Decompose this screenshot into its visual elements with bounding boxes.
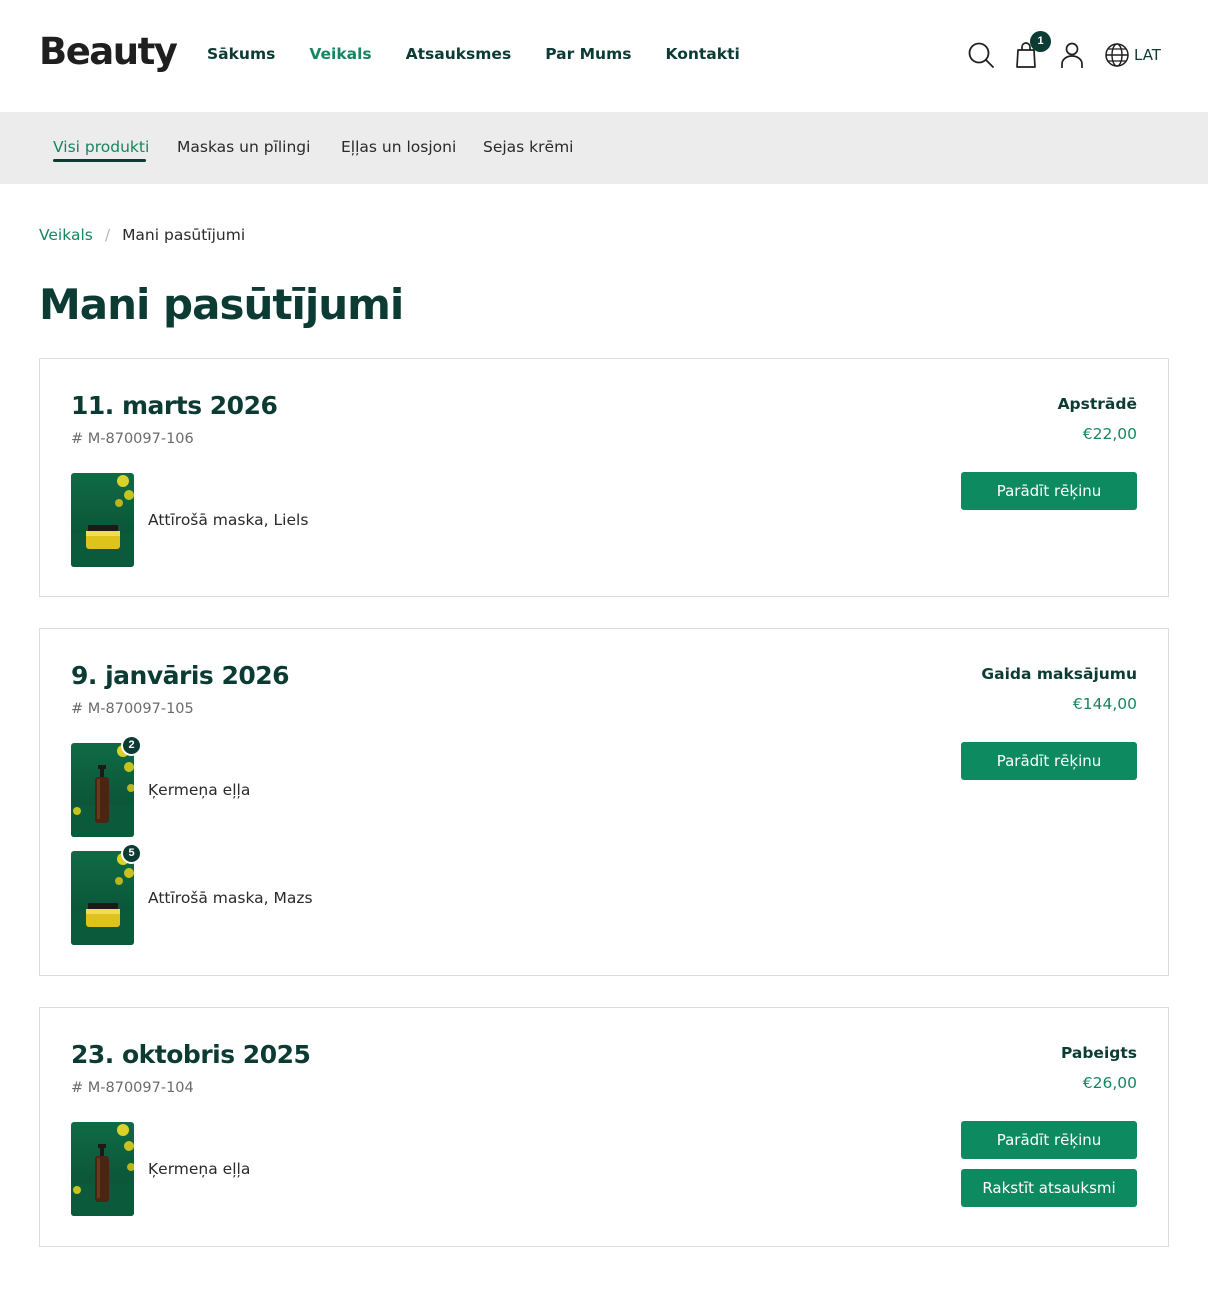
- nav-item-atsauksmes[interactable]: Atsauksmes: [406, 45, 512, 63]
- order-item: Ķermeņa eļļa: [71, 1121, 250, 1216]
- bottle-icon: [71, 742, 134, 837]
- page-title: Mani pasūtījumi: [39, 280, 404, 329]
- nav-item-par-mums[interactable]: Par Mums: [545, 45, 631, 63]
- breadcrumb-link-shop[interactable]: Veikals: [39, 226, 93, 244]
- cart-count-badge: 1: [1030, 31, 1051, 52]
- show-invoice-button[interactable]: Parādīt rēķinu: [961, 472, 1137, 510]
- nav-item-veikals[interactable]: Veikals: [309, 45, 371, 63]
- order-card: 9. janvāris 2026 # M-870097-105 Gaida ma…: [39, 628, 1169, 976]
- order-status: Pabeigts: [1060, 1044, 1137, 1062]
- show-invoice-button[interactable]: Parādīt rēķinu: [961, 1121, 1137, 1159]
- order-total: €26,00: [1082, 1074, 1137, 1092]
- order-date: 11. marts 2026: [71, 391, 278, 420]
- order-number: # M-870097-105: [71, 701, 194, 717]
- user-icon[interactable]: [1058, 40, 1090, 74]
- breadcrumb-current: Mani pasūtījumi: [122, 226, 246, 244]
- item-name[interactable]: Attīrošā maska, Mazs: [148, 889, 313, 907]
- language-selector[interactable]: LAT: [1104, 42, 1161, 68]
- search-icon[interactable]: [966, 40, 998, 74]
- order-total: €144,00: [1072, 695, 1137, 713]
- site-header: Beauty Sākums Veikals Atsauksmes Par Mum…: [0, 0, 1208, 112]
- show-invoice-button[interactable]: Parādīt rēķinu: [961, 742, 1137, 780]
- product-image[interactable]: [71, 1121, 134, 1216]
- order-item: Attīrošā maska, Liels: [71, 472, 308, 567]
- write-review-button[interactable]: Rakstīt atsauksmi: [961, 1169, 1137, 1207]
- item-name[interactable]: Attīrošā maska, Liels: [148, 511, 308, 529]
- item-quantity-badge: 2: [121, 734, 142, 756]
- product-image[interactable]: 2: [71, 734, 142, 837]
- order-date: 23. oktobris 2025: [71, 1040, 311, 1069]
- product-image[interactable]: [71, 472, 134, 567]
- category-tab-all-products[interactable]: Visi produkti: [53, 138, 149, 156]
- order-item: 2 Ķermeņa eļļa: [71, 734, 250, 837]
- item-name[interactable]: Ķermeņa eļļa: [148, 781, 250, 799]
- jar-icon: [71, 472, 134, 567]
- globe-icon: [1105, 43, 1129, 67]
- category-tab-masks[interactable]: Maskas un pīlingi: [177, 138, 310, 156]
- active-tab-indicator: [53, 159, 146, 162]
- order-status: Apstrādē: [1057, 395, 1137, 413]
- order-number: # M-870097-106: [71, 431, 194, 447]
- order-item: 5 Attīrošā maska, Mazs: [71, 842, 313, 945]
- order-card: 11. marts 2026 # M-870097-106 Apstrādē €…: [39, 358, 1169, 597]
- nav-item-sakums[interactable]: Sākums: [207, 45, 275, 63]
- jar-icon: [71, 850, 134, 945]
- breadcrumb-separator: /: [104, 226, 111, 244]
- order-total: €22,00: [1082, 425, 1137, 443]
- item-name[interactable]: Ķermeņa eļļa: [148, 1160, 250, 1178]
- category-nav: Visi produkti Maskas un pīlingi Eļļas un…: [0, 112, 1208, 184]
- breadcrumb: Veikals / Mani pasūtījumi: [39, 226, 245, 244]
- category-tab-face-creams[interactable]: Sejas krēmi: [483, 138, 573, 156]
- order-number: # M-870097-104: [71, 1080, 194, 1096]
- product-image[interactable]: 5: [71, 842, 142, 945]
- item-quantity-badge: 5: [121, 842, 142, 864]
- language-label: LAT: [1134, 46, 1161, 64]
- order-status: Gaida maksājumu: [981, 665, 1137, 683]
- order-card: 23. oktobris 2025 # M-870097-104 Pabeigt…: [39, 1007, 1169, 1247]
- order-date: 9. janvāris 2026: [71, 661, 290, 690]
- nav-item-kontakti[interactable]: Kontakti: [665, 45, 739, 63]
- logo[interactable]: Beauty: [39, 30, 178, 73]
- main-nav: Sākums Veikals Atsauksmes Par Mums Konta…: [207, 45, 774, 63]
- bottle-icon: [71, 1121, 134, 1216]
- category-tab-oils[interactable]: Eļļas un losjoni: [341, 138, 456, 156]
